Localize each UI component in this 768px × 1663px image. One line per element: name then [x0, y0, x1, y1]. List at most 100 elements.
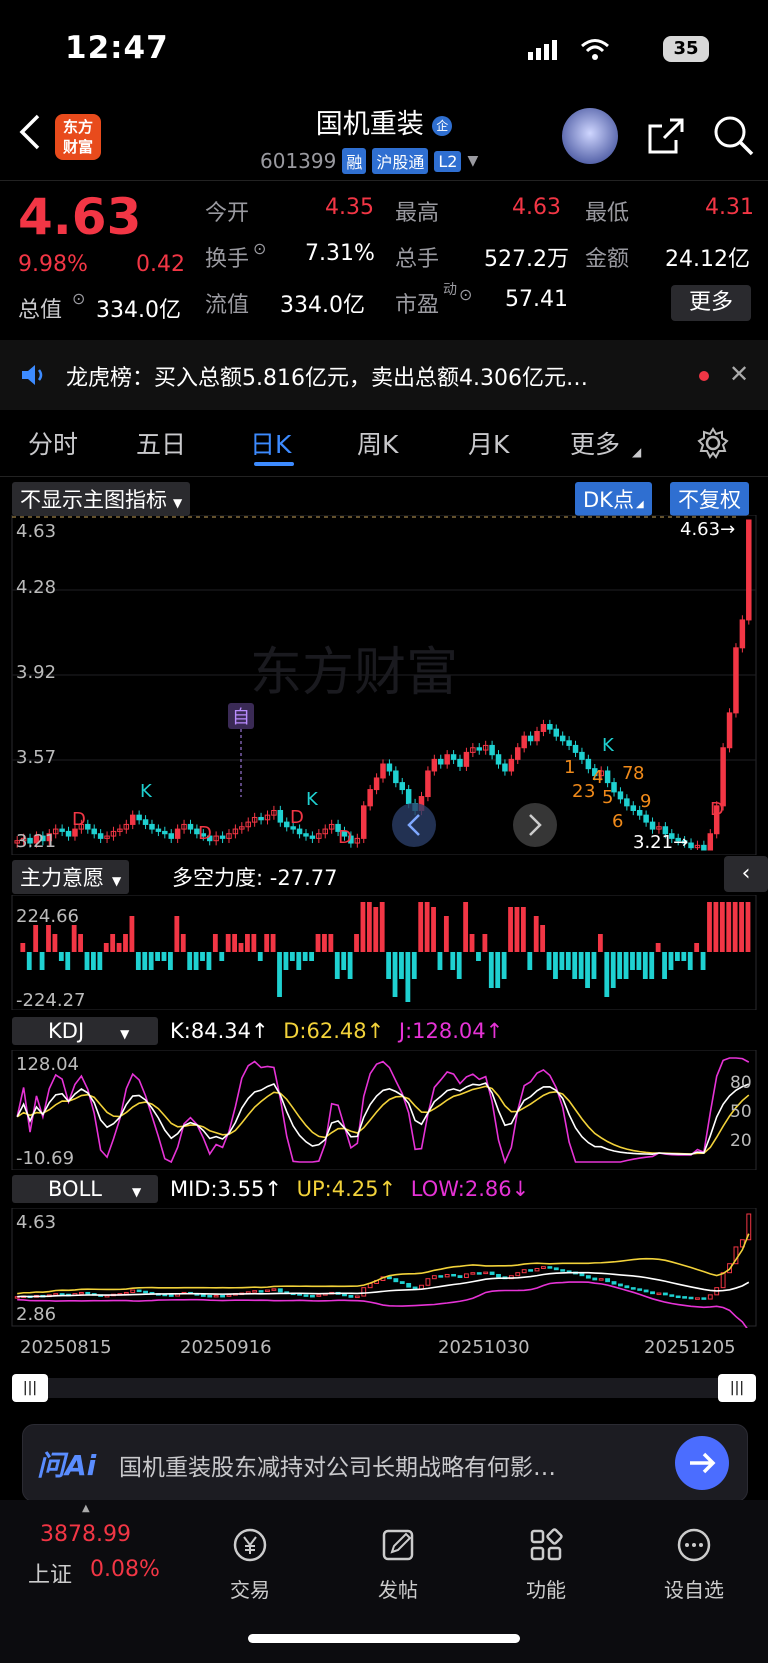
scroll-handle-right[interactable]: ||| — [718, 1374, 756, 1402]
candle — [142, 819, 149, 825]
edit-icon — [382, 1529, 414, 1561]
boll-candle — [168, 1294, 174, 1297]
boll-readout: MID:3.55↑ UP:4.25↑ LOW:2.86↓ — [170, 1177, 529, 1201]
share-icon[interactable] — [646, 116, 686, 160]
zlyy-bar — [39, 952, 45, 970]
zlyy-bar — [520, 907, 526, 952]
candle — [726, 712, 733, 749]
tab-daily-k[interactable]: 日K — [250, 425, 291, 461]
boll-candle — [431, 1275, 437, 1280]
candle — [187, 823, 194, 830]
chart-prev-button[interactable] — [392, 803, 436, 847]
zlyy-bar — [642, 952, 648, 979]
more-quote-button[interactable]: 更多 — [671, 285, 751, 321]
candle — [361, 805, 367, 839]
boll-up-line — [17, 1233, 750, 1295]
info-icon[interactable]: ⊙ — [72, 289, 85, 308]
wifi-icon — [580, 38, 610, 66]
chart-nav-buttons — [392, 803, 557, 847]
mark-d: D — [198, 823, 212, 844]
boll-candle — [669, 1294, 675, 1297]
pe-label: 市盈 — [395, 293, 440, 318]
zlyy-indicator-select[interactable]: 主力意愿 ▼ — [12, 860, 130, 894]
robot-avatar-icon[interactable] — [562, 108, 618, 164]
index-value[interactable]: 3878.99 — [40, 1522, 131, 1547]
candle — [534, 730, 540, 742]
kdj-indicator-select[interactable]: KDJ ▼ — [12, 1017, 158, 1045]
candle — [219, 835, 226, 839]
close-icon[interactable]: ✕ — [729, 360, 749, 388]
chevron-down-icon: ▼ — [467, 153, 479, 169]
candle — [502, 763, 508, 772]
boll-candle — [130, 1289, 136, 1293]
boll-candle — [618, 1283, 623, 1287]
zlyy-bar — [110, 934, 116, 952]
zlyy-bar — [52, 934, 58, 952]
zlyy-bar — [726, 902, 732, 952]
tabs-divider — [0, 476, 768, 477]
nav-functions[interactable]: 功能 — [491, 1525, 601, 1603]
boll-candle — [354, 1295, 360, 1299]
stock-code-row[interactable]: 601399 融 沪股通 L2 ▼ — [260, 148, 478, 174]
zlyy-bar — [180, 934, 186, 952]
boll-candle — [425, 1278, 431, 1286]
zlyy-bar — [264, 934, 270, 952]
dk-point-button[interactable]: DK点 ◢ — [575, 482, 652, 516]
ai-question-bar[interactable]: 问Ai 国机重装股东减持对公司长期战略有何影… — [22, 1424, 748, 1502]
nav-add-watchlist[interactable]: 设自选 — [639, 1525, 749, 1603]
candle — [450, 754, 457, 760]
main-indicator-select[interactable]: 不显示主图指标 ▼ — [12, 482, 191, 516]
range-scrollbar[interactable]: ||| ||| — [12, 1374, 756, 1402]
boll-candle — [695, 1297, 700, 1300]
candle — [65, 830, 72, 837]
collapse-panel-button[interactable]: ‹ — [724, 856, 768, 892]
info-icon[interactable]: ⊙ — [253, 239, 266, 258]
kdj-readout: K:84.34↑ D:62.48↑ J:128.04↑ — [170, 1019, 503, 1043]
td-2: 2 — [572, 781, 583, 802]
tab-intraday[interactable]: 分时 — [28, 425, 78, 461]
info-icon[interactable]: ⊙ — [459, 285, 472, 304]
ai-send-button[interactable] — [675, 1436, 729, 1490]
tab-more[interactable]: 更多 — [570, 425, 620, 461]
candlestick-chart[interactable]: 东方财富 4.63 4.28 3.92 3.57 3.21 4.63→ 3.21… — [0, 515, 768, 855]
zlyy-bar — [238, 943, 244, 952]
zlyy-bar — [662, 952, 667, 979]
boll-candle — [53, 1293, 59, 1296]
zlyy-bar — [341, 952, 347, 970]
td-7: 7 — [622, 763, 633, 784]
search-icon[interactable] — [712, 114, 756, 162]
last-price-label: 4.63→ — [680, 519, 735, 540]
date-axis-label: 20250815 — [20, 1337, 112, 1358]
boll-candle — [412, 1286, 418, 1290]
zlyy-bar — [168, 952, 173, 970]
boll-chart: 4.63 2.86 — [11, 1208, 757, 1328]
nav-trade[interactable]: 交易 — [195, 1525, 305, 1603]
nav-post[interactable]: 发帖 — [343, 1525, 453, 1603]
tab-monthly-k[interactable]: 月K — [468, 425, 509, 461]
boll-candle — [560, 1269, 566, 1272]
pe-superscript: 动 — [443, 282, 457, 298]
zlyy-bar — [495, 952, 501, 988]
candle — [258, 816, 264, 821]
candle — [129, 814, 136, 825]
zlyy-bar — [553, 952, 558, 979]
total-value-label: 总值 — [18, 298, 63, 323]
y-label-bottom: 3.21 — [16, 831, 56, 852]
gear-icon[interactable] — [696, 426, 730, 464]
chart-next-button[interactable] — [513, 803, 557, 847]
tag-l2: L2 — [434, 150, 462, 172]
boll-indicator-select[interactable]: BOLL ▼ — [12, 1175, 158, 1203]
candle — [720, 747, 726, 807]
tab-weekly-k[interactable]: 周K — [357, 425, 398, 461]
tab-five-day[interactable]: 五日 — [136, 425, 186, 461]
adjust-button[interactable]: 不复权 — [670, 482, 749, 516]
news-ticker[interactable]: 龙虎榜：买入总额5.816亿元，卖出总额4.306亿元… ✕ — [0, 340, 768, 410]
scroll-handle-left[interactable]: ||| — [12, 1374, 48, 1402]
zlyy-bar — [713, 902, 719, 952]
zlyy-bar — [745, 902, 751, 952]
zlyy-bar — [193, 952, 199, 970]
zlyy-bar — [443, 916, 449, 952]
boll-candle — [393, 1278, 399, 1283]
open-label: 今开 — [205, 201, 250, 226]
boll-candle — [476, 1272, 482, 1275]
